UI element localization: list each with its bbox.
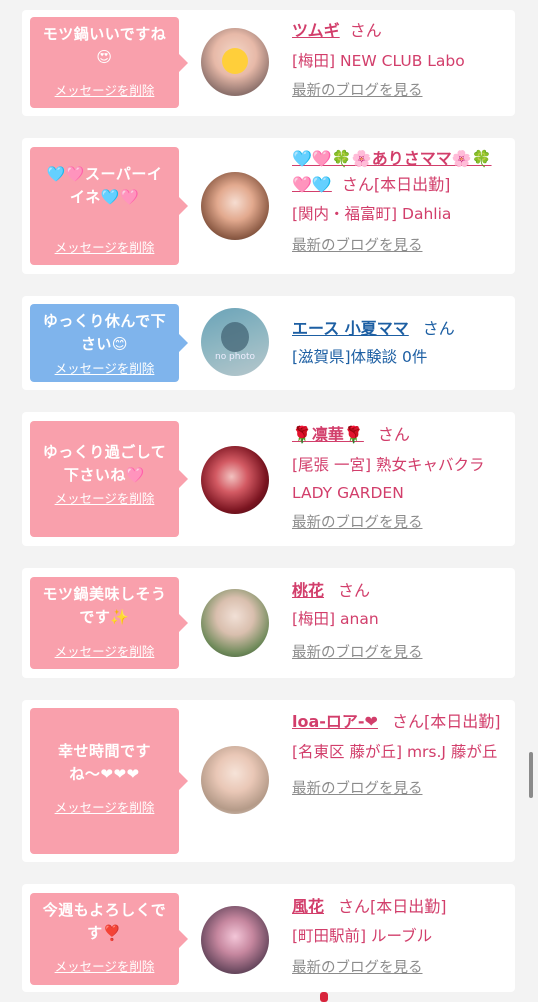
scrollbar[interactable] bbox=[529, 752, 533, 798]
shop-link[interactable]: [尾張 一宮] 熟女キャバクラ LADY GARDEN bbox=[292, 451, 497, 507]
avatar[interactable] bbox=[201, 906, 269, 974]
avatar[interactable] bbox=[201, 28, 269, 96]
avatar[interactable] bbox=[201, 589, 269, 657]
favorite-card: モツ鍋いいですね😍 メッセージを削除 ツムギ さん [梅田] NEW CLUB L… bbox=[22, 10, 515, 116]
delete-message-link[interactable]: メッセージを削除 bbox=[30, 797, 179, 816]
no-photo-label: no photo bbox=[214, 352, 256, 362]
favorite-card: 🩵🩷スーパーイイネ🩵🩷 メッセージを削除 🩵🩷🍀🌸ありさママ🌸🍀🩷🩵 さん[本日出… bbox=[22, 138, 515, 274]
shop-link[interactable]: [滋賀県]体験談 0件 bbox=[292, 345, 507, 370]
message-bubble: ゆっくり過ごして下さいね🩷 メッセージを削除 bbox=[30, 421, 188, 537]
profile-info: エース 小夏ママ さん [滋賀県]体験談 0件 bbox=[292, 316, 507, 370]
profile-info: 🩵🩷🍀🌸ありさママ🌸🍀🩷🩵 さん[本日出勤] [関内・福富町] Dahlia 最新… bbox=[292, 146, 507, 257]
delete-message-link[interactable]: メッセージを削除 bbox=[30, 641, 179, 660]
avatar[interactable] bbox=[201, 746, 269, 814]
shop-link[interactable]: [名東区 藤が丘] mrs.J 藤が丘 bbox=[292, 738, 507, 766]
working-today-badge: [本日出勤] bbox=[423, 712, 501, 731]
honorific: さん bbox=[338, 897, 371, 916]
delete-message-link[interactable]: メッセージを削除 bbox=[30, 488, 179, 507]
shop-link[interactable]: [梅田] anan bbox=[292, 607, 507, 632]
shop-link[interactable]: [町田駅前] ルーブル bbox=[292, 924, 507, 949]
latest-blog-link[interactable]: 最新のブログを見る bbox=[292, 235, 507, 257]
message-bubble: 幸せ時間ですね〜❤❤❤ メッセージを削除 bbox=[30, 708, 188, 854]
honorific: さん bbox=[341, 175, 374, 194]
message-bubble: ゆっくり休んで下さい😊 メッセージを削除 bbox=[30, 304, 188, 382]
message-text: ゆっくり過ごして下さいね🩷 bbox=[42, 443, 167, 484]
message-bubble: モツ鍋いいですね😍 メッセージを削除 bbox=[30, 17, 188, 108]
shop-link[interactable]: [関内・福富町] Dahlia bbox=[292, 202, 507, 227]
latest-blog-link[interactable]: 最新のブログを見る bbox=[292, 512, 507, 534]
favorite-card: 幸せ時間ですね〜❤❤❤ メッセージを削除 loa-ロア-❤ さん[本日出勤] [名… bbox=[22, 700, 515, 862]
girl-name-link[interactable]: エース 小夏ママ bbox=[292, 319, 409, 338]
honorific: さん bbox=[377, 425, 410, 444]
favorite-card: モツ鍋美味しそうです✨ メッセージを削除 桃花 さん [梅田] anan 最新のブ… bbox=[22, 568, 515, 678]
delete-message-link[interactable]: メッセージを削除 bbox=[30, 956, 179, 975]
girl-name-link[interactable]: loa-ロア-❤ bbox=[292, 712, 378, 731]
delete-message-link[interactable]: メッセージを削除 bbox=[30, 80, 179, 99]
avatar[interactable]: no photo bbox=[201, 308, 269, 376]
profile-info: 風花 さん[本日出勤] [町田駅前] ルーブル 最新のブログを見る bbox=[292, 894, 507, 979]
message-text: 幸せ時間ですね〜❤❤❤ bbox=[57, 742, 151, 783]
shop-link[interactable]: [梅田] NEW CLUB Labo bbox=[292, 49, 507, 74]
latest-blog-link[interactable]: 最新のブログを見る bbox=[292, 642, 507, 664]
message-bubble: モツ鍋美味しそうです✨ メッセージを削除 bbox=[30, 577, 188, 669]
message-text: 🩵🩷スーパーイイネ🩵🩷 bbox=[46, 165, 163, 206]
honorific: さん bbox=[422, 319, 455, 338]
message-text: 今週もよろしくです❣️ bbox=[42, 901, 167, 942]
message-text: モツ鍋美味しそうです✨ bbox=[42, 585, 167, 626]
girl-name-link[interactable]: 🌹凛華🌹 bbox=[292, 425, 364, 444]
delete-message-link[interactable]: メッセージを削除 bbox=[30, 237, 179, 256]
message-bubble: 今週もよろしくです❣️ メッセージを削除 bbox=[30, 893, 188, 985]
profile-info: 🌹凛華🌹 さん [尾張 一宮] 熟女キャバクラ LADY GARDEN 最新のブロ… bbox=[292, 422, 507, 534]
favorite-card: ゆっくり過ごして下さいね🩷 メッセージを削除 🌹凛華🌹 さん [尾張 一宮] 熟女… bbox=[22, 412, 515, 546]
message-bubble: 🩵🩷スーパーイイネ🩵🩷 メッセージを削除 bbox=[30, 147, 188, 265]
girl-name-link[interactable]: 風花 bbox=[292, 897, 324, 916]
silhouette-icon bbox=[221, 322, 249, 352]
working-today-badge: [本日出勤] bbox=[370, 897, 447, 916]
message-text: モツ鍋いいですね😍 bbox=[42, 25, 167, 66]
latest-blog-link[interactable]: 最新のブログを見る bbox=[292, 80, 507, 102]
latest-blog-link[interactable]: 最新のブログを見る bbox=[292, 778, 507, 800]
latest-blog-link[interactable]: 最新のブログを見る bbox=[292, 957, 507, 979]
honorific: さん bbox=[338, 581, 371, 600]
girl-name-link[interactable]: 桃花 bbox=[292, 581, 324, 600]
honorific: さん bbox=[391, 712, 424, 731]
working-today-badge: [本日出勤] bbox=[373, 175, 451, 194]
favorite-card: ゆっくり休んで下さい😊 メッセージを削除 no photo エース 小夏ママ さん… bbox=[22, 296, 515, 390]
favorite-card: 今週もよろしくです❣️ メッセージを削除 風花 さん[本日出勤] [町田駅前] ル… bbox=[22, 884, 515, 992]
face-emoji-icon bbox=[222, 48, 248, 74]
profile-info: loa-ロア-❤ さん[本日出勤] [名東区 藤が丘] mrs.J 藤が丘 最新の… bbox=[292, 708, 507, 800]
honorific: さん bbox=[349, 21, 382, 40]
next-card-peek bbox=[320, 992, 328, 1002]
girl-name-link[interactable]: ツムギ bbox=[292, 21, 340, 40]
avatar[interactable] bbox=[201, 446, 269, 514]
avatar[interactable] bbox=[201, 172, 269, 240]
delete-message-link[interactable]: メッセージを削除 bbox=[30, 358, 179, 377]
message-text: ゆっくり休んで下さい😊 bbox=[42, 312, 167, 353]
profile-info: 桃花 さん [梅田] anan 最新のブログを見る bbox=[292, 578, 507, 664]
profile-info: ツムギ さん [梅田] NEW CLUB Labo 最新のブログを見る bbox=[292, 18, 507, 102]
